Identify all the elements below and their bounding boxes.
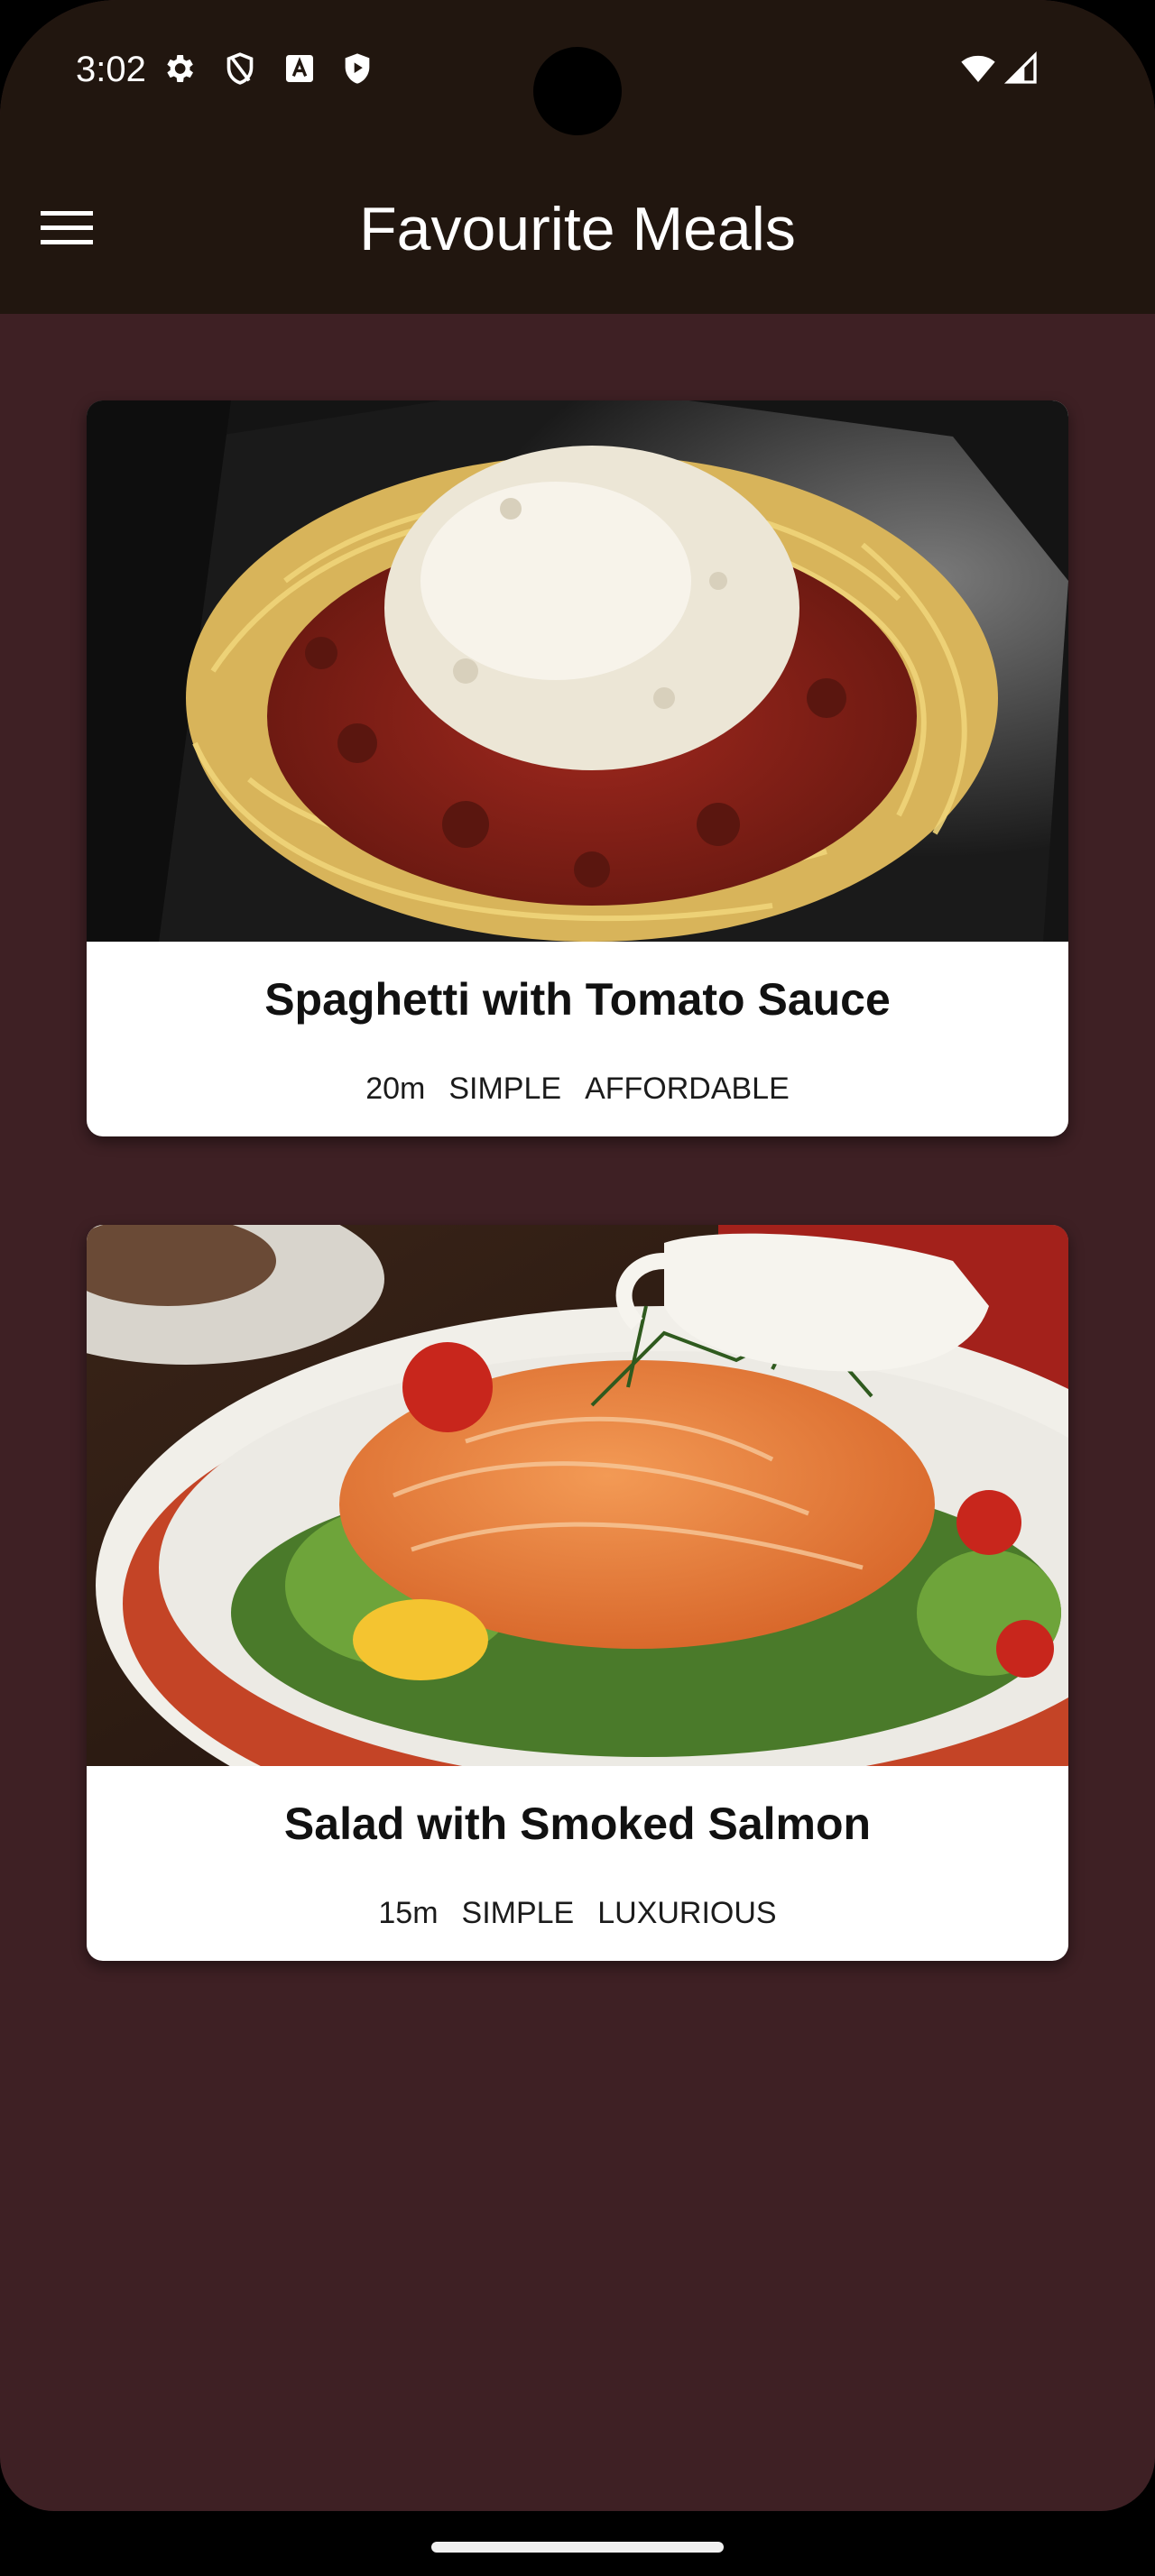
meal-card[interactable]: Spaghetti with Tomato Sauce 20m SIMPLE A…: [87, 400, 1068, 1136]
top-bar: 3:02 Favourite Meals: [0, 0, 1155, 314]
meal-title: Spaghetti with Tomato Sauce: [264, 974, 891, 1025]
meal-affordability: AFFORDABLE: [585, 1071, 790, 1106]
status-bar: 3:02: [0, 0, 1155, 144]
app-bar: Favourite Meals: [0, 144, 1155, 314]
shield-icon: [222, 51, 258, 87]
meal-duration: 20m: [365, 1071, 426, 1106]
signal-icon: [1003, 51, 1040, 87]
home-indicator[interactable]: [431, 2542, 724, 2553]
wifi-icon: [960, 51, 996, 87]
phone-screen: 3:02 Favourite Meals Spaghetti with Toma…: [0, 0, 1155, 2511]
play-shield-icon: [339, 51, 375, 87]
page-title: Favourite Meals: [359, 195, 796, 263]
status-time: 3:02: [76, 50, 146, 89]
meal-duration: 15m: [378, 1895, 439, 1930]
meal-title: Salad with Smoked Salmon: [283, 1799, 872, 1849]
meal-complexity: SIMPLE: [448, 1071, 562, 1106]
meal-image-spaghetti: [87, 400, 1068, 942]
meal-meta: 20m SIMPLE AFFORDABLE: [87, 1057, 1068, 1120]
meal-complexity: SIMPLE: [461, 1895, 575, 1930]
meal-meta: 15m SIMPLE LUXURIOUS: [87, 1881, 1068, 1945]
text-a-icon: [282, 51, 318, 87]
meal-image-salmon-salad: [87, 1225, 1068, 1766]
meal-affordability: LUXURIOUS: [597, 1895, 777, 1930]
gear-icon: [161, 51, 197, 87]
front-camera: [533, 47, 622, 135]
meal-card[interactable]: Salad with Smoked Salmon 15m SIMPLE LUXU…: [87, 1225, 1068, 1961]
